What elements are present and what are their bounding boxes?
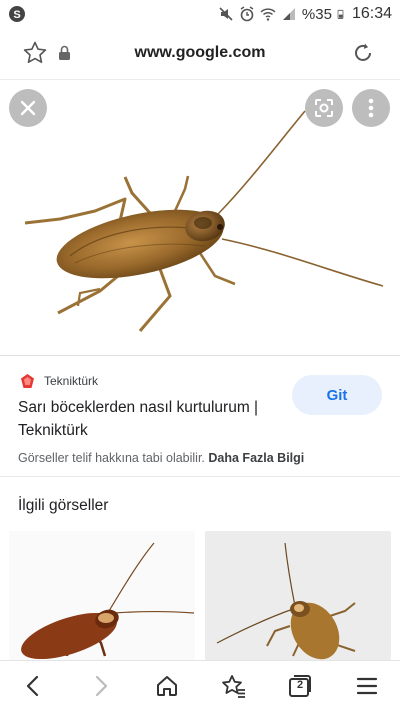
status-icons: %35 16:34 [218, 4, 392, 24]
forward-button[interactable] [87, 672, 115, 700]
cockroach-thumbnail-2 [216, 542, 356, 660]
lens-icon [315, 99, 333, 117]
copyright-notice: Görseller telif hakkına tabi olabilir. D… [18, 451, 304, 465]
wifi-icon [260, 8, 276, 21]
related-images-heading: İlgili görseller [18, 497, 109, 514]
browser-address-bar: www.google.com [0, 28, 400, 80]
source-row[interactable]: Tekniktürk [19, 371, 98, 391]
menu-button[interactable] [353, 672, 381, 700]
back-icon [26, 675, 39, 697]
home-button[interactable] [153, 672, 181, 700]
close-button[interactable] [9, 89, 47, 127]
svg-text:S: S [13, 9, 20, 21]
cockroach-image [24, 110, 384, 332]
status-bar: S %35 16:34 [0, 0, 400, 28]
battery-icon [337, 9, 344, 19]
cockroach-thumbnail-1 [21, 542, 195, 660]
battery-percent: %35 [301, 5, 332, 23]
main-image[interactable] [0, 81, 400, 355]
section-divider [0, 476, 400, 477]
tabs-button[interactable]: 2 [286, 672, 314, 700]
signal-icon [282, 8, 295, 20]
skype-icon: S [9, 6, 25, 22]
browser-bottom-bar: 2 [0, 660, 400, 711]
reload-icon[interactable] [350, 40, 376, 66]
bookmarks-icon [222, 675, 245, 698]
more-info-link[interactable]: Daha Fazla Bilgi [208, 451, 304, 465]
viewer-divider [0, 355, 400, 356]
page-title-link[interactable]: Sarı böceklerden nasıl kurtulurum | Tekn… [18, 396, 288, 442]
forward-icon [95, 675, 108, 697]
related-image-thumbnail[interactable] [205, 531, 391, 660]
site-favicon-icon [21, 373, 34, 388]
tab-count: 2 [296, 679, 304, 691]
copyright-text: Görseller telif hakkına tabi olabilir. [18, 451, 205, 465]
url-text[interactable]: www.google.com [0, 44, 400, 62]
more-options-button[interactable] [352, 89, 390, 127]
related-image-thumbnail[interactable] [9, 531, 195, 660]
source-name: Tekniktürk [44, 374, 99, 388]
lens-button[interactable] [305, 89, 343, 127]
home-icon [157, 676, 177, 696]
alarm-icon [240, 6, 254, 22]
menu-icon [356, 677, 378, 695]
close-icon [20, 100, 36, 116]
back-button[interactable] [19, 672, 47, 700]
go-button[interactable]: Git [292, 375, 382, 415]
more-vertical-icon [368, 98, 374, 118]
bookmarks-button[interactable] [220, 672, 248, 700]
clock: 16:34 [351, 5, 392, 22]
mute-icon [219, 7, 233, 21]
